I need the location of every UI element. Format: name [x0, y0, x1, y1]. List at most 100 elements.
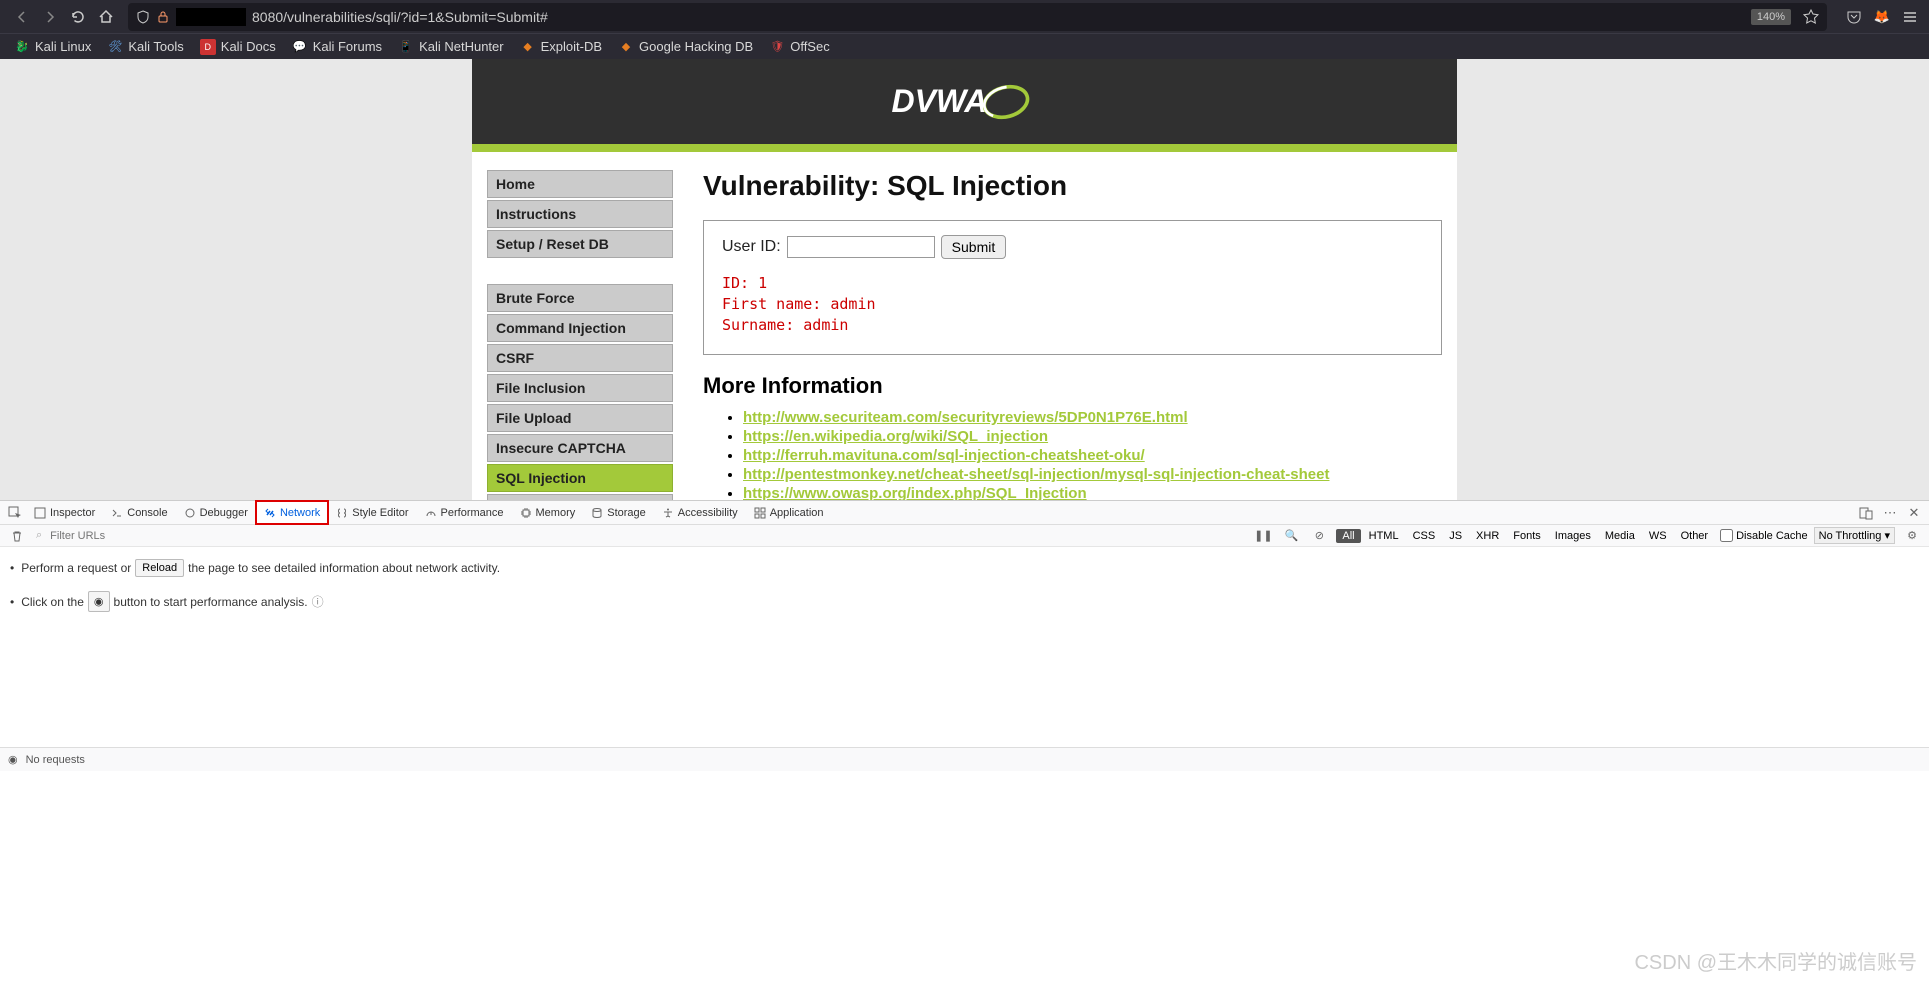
sidebar-item[interactable]: Insecure CAPTCHA [487, 434, 673, 462]
info-link[interactable]: http://pentestmonkey.net/cheat-sheet/sql… [743, 466, 1329, 483]
query-result: ID: 1 First name: admin Surname: admin [722, 273, 1423, 336]
bookmark-offsec[interactable]: 🛡OffSec [763, 36, 836, 58]
watermark: CSDN @王木木同学的诚信账号 [1634, 946, 1917, 975]
list-item: http://pentestmonkey.net/cheat-sheet/sql… [743, 466, 1442, 483]
sidebar-item[interactable]: File Upload [487, 404, 673, 432]
bookmark-kali-forums[interactable]: 💬Kali Forums [286, 36, 388, 58]
list-item: http://ferruh.mavituna.com/sql-injection… [743, 447, 1442, 464]
sidebar-item[interactable]: SQL Injection (Blind) [487, 494, 673, 500]
reload-button[interactable] [64, 3, 92, 31]
sidebar: HomeInstructionsSetup / Reset DB Brute F… [487, 170, 673, 500]
list-item: https://www.owasp.org/index.php/SQL_Inje… [743, 485, 1442, 500]
accent-bar [472, 144, 1457, 152]
info-link[interactable]: http://ferruh.mavituna.com/sql-injection… [743, 447, 1145, 464]
forums-icon: 💬 [292, 39, 308, 55]
block-icon[interactable]: ⊘ [1308, 525, 1330, 547]
filter-urls-input[interactable] [50, 530, 170, 542]
zoom-badge[interactable]: 140% [1751, 9, 1791, 25]
shield-icon [136, 10, 150, 24]
info-link[interactable]: https://www.owasp.org/index.php/SQL_Inje… [743, 485, 1087, 500]
network-icon [264, 507, 276, 519]
filter-media[interactable]: Media [1599, 529, 1641, 543]
devtools-tab-application[interactable]: Application [746, 501, 832, 524]
filter-images[interactable]: Images [1549, 529, 1597, 543]
devtools-tab-storage[interactable]: Storage [583, 501, 654, 524]
dvwa-header: DVWA [472, 59, 1457, 144]
stopwatch-icon: ◉ [8, 753, 18, 766]
info-link[interactable]: https://en.wikipedia.org/wiki/SQL_inject… [743, 428, 1048, 445]
bookmark-kali-tools[interactable]: 🛠Kali Tools [101, 36, 189, 58]
filter-other[interactable]: Other [1675, 529, 1715, 543]
devtools-tab-accessibility[interactable]: Accessibility [654, 501, 746, 524]
more-info-links: http://www.securiteam.com/securityreview… [703, 409, 1442, 500]
devtools-tab-memory[interactable]: Memory [512, 501, 584, 524]
devtools-tab-inspector[interactable]: Inspector [26, 501, 103, 524]
pause-icon[interactable]: ❚❚ [1252, 525, 1274, 547]
filter-css[interactable]: CSS [1407, 529, 1442, 543]
bookmark-ghdb[interactable]: ◆Google Hacking DB [612, 36, 759, 58]
trash-icon[interactable] [6, 525, 28, 547]
sidebar-item[interactable]: SQL Injection [487, 464, 673, 492]
sidebar-item[interactable]: Instructions [487, 200, 673, 228]
devtools-tab-console[interactable]: Console [103, 501, 175, 524]
disable-cache-checkbox[interactable]: Disable Cache [1720, 529, 1808, 542]
network-empty-state: • Perform a request or Reload the page t… [0, 547, 1929, 747]
filter-ws[interactable]: WS [1643, 529, 1673, 543]
search-icon[interactable]: 🔍 [1280, 525, 1302, 547]
inspector-icon [34, 507, 46, 519]
sidebar-item[interactable]: Home [487, 170, 673, 198]
menu-icon[interactable] [1899, 6, 1921, 28]
help-icon[interactable]: ⓘ [312, 593, 324, 610]
devtools-panel: InspectorConsoleDebuggerNetworkStyle Edi… [0, 500, 1929, 771]
bookmark-kali-nethunter[interactable]: 📱Kali NetHunter [392, 36, 510, 58]
url-path: 8080/vulnerabilities/sqli/?id=1&Submit=S… [252, 9, 548, 25]
bookmark-kali-linux[interactable]: 🐉Kali Linux [8, 36, 97, 58]
throttle-select[interactable]: No Throttling ▾ [1814, 527, 1895, 544]
console-icon [111, 507, 123, 519]
devtools-tab-debugger[interactable]: Debugger [176, 501, 256, 524]
gear-icon[interactable]: ⚙ [1901, 525, 1923, 547]
close-devtools-icon[interactable]: ✕ [1903, 502, 1925, 524]
address-bar[interactable]: 8080/vulnerabilities/sqli/?id=1&Submit=S… [128, 3, 1827, 31]
browser-toolbar: 8080/vulnerabilities/sqli/?id=1&Submit=S… [0, 0, 1929, 33]
sidebar-item[interactable]: File Inclusion [487, 374, 673, 402]
exploitdb-icon: ◆ [520, 39, 536, 55]
list-item: https://en.wikipedia.org/wiki/SQL_inject… [743, 428, 1442, 445]
sidebar-item[interactable]: CSRF [487, 344, 673, 372]
tools-icon: 🛠 [107, 39, 123, 55]
filter-all[interactable]: All [1336, 529, 1360, 543]
user-id-input[interactable] [787, 236, 935, 258]
devtools-tab-style-editor[interactable]: Style Editor [328, 501, 416, 524]
submit-button[interactable]: Submit [941, 235, 1007, 259]
filter-fonts[interactable]: Fonts [1507, 529, 1547, 543]
sidebar-item[interactable]: Brute Force [487, 284, 673, 312]
devtools-tabs: InspectorConsoleDebuggerNetworkStyle Edi… [0, 501, 1929, 525]
page-title: Vulnerability: SQL Injection [703, 170, 1442, 202]
sidebar-item[interactable]: Command Injection [487, 314, 673, 342]
bookmarks-bar: 🐉Kali Linux 🛠Kali Tools DKali Docs 💬Kali… [0, 33, 1929, 59]
pocket-icon[interactable] [1843, 6, 1865, 28]
sidebar-item[interactable]: Setup / Reset DB [487, 230, 673, 258]
debugger-icon [184, 507, 196, 519]
stopwatch-icon[interactable]: ◉ [88, 591, 110, 612]
devtools-tab-performance[interactable]: Performance [417, 501, 512, 524]
info-link[interactable]: http://www.securiteam.com/securityreview… [743, 409, 1188, 426]
devtools-tab-network[interactable]: Network [256, 501, 328, 524]
reload-page-button[interactable]: Reload [135, 559, 184, 577]
responsive-mode-icon[interactable] [1855, 502, 1877, 524]
filter-js[interactable]: JS [1443, 529, 1468, 543]
home-button[interactable] [92, 3, 120, 31]
filter-html[interactable]: HTML [1363, 529, 1405, 543]
offsec-icon: 🛡 [769, 39, 785, 55]
firefox-icon[interactable]: 🦊 [1871, 6, 1893, 28]
star-icon[interactable] [1803, 9, 1819, 25]
storage-icon [591, 507, 603, 519]
pick-element-icon[interactable] [4, 502, 26, 524]
bookmark-exploit-db[interactable]: ◆Exploit-DB [514, 36, 608, 58]
more-icon[interactable]: ⋯ [1879, 502, 1901, 524]
bookmark-kali-docs[interactable]: DKali Docs [194, 36, 282, 58]
filter-xhr[interactable]: XHR [1470, 529, 1505, 543]
forward-button[interactable] [36, 3, 64, 31]
style editor-icon [336, 507, 348, 519]
back-button[interactable] [8, 3, 36, 31]
